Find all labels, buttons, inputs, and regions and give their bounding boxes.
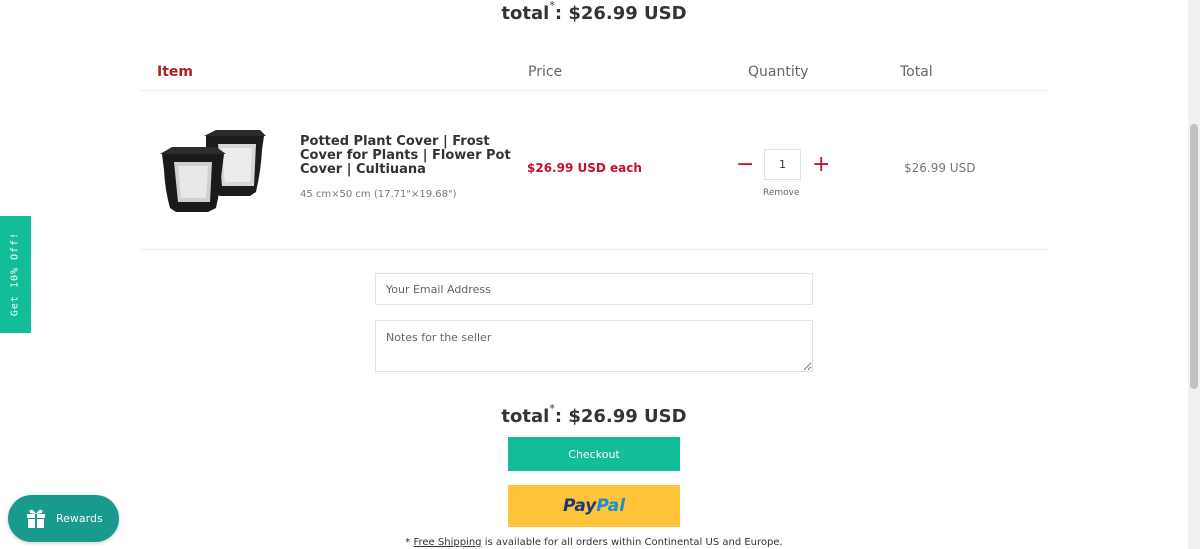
total-colon: : (554, 3, 563, 24)
total-value: $26.99 USD (568, 406, 687, 427)
quantity-increase-button[interactable]: + (812, 154, 830, 176)
shipping-note-suffix: is available for all orders within Conti… (481, 537, 783, 548)
total-value: $26.99 USD (568, 3, 687, 24)
total-prefix: total (501, 406, 550, 427)
header-total: Total (900, 64, 933, 80)
product-title[interactable]: Potted Plant Cover | Frost Cover for Pla… (300, 135, 520, 177)
rewards-label: Rewards (56, 512, 103, 525)
gift-icon (27, 509, 45, 528)
paypal-button[interactable]: PayPal (508, 485, 680, 527)
header-item: Item (157, 64, 193, 80)
line-total: $26.99 USD (904, 161, 976, 175)
total-asterisk: * (549, 0, 555, 12)
product-unit-price: $26.99 USD each (527, 161, 642, 175)
product-variant: 45 cm×50 cm (17.71"×19.68") (300, 189, 457, 200)
discount-side-tab-label: Get 10% Off! (9, 231, 21, 317)
cart-item-row: Potted Plant Cover | Frost Cover for Pla… (140, 92, 1048, 250)
email-field[interactable] (375, 273, 813, 305)
quantity-decrease-button[interactable]: − (736, 154, 754, 176)
cart-table-header: Item Price Quantity Total (140, 55, 1048, 91)
product-image[interactable] (160, 130, 270, 214)
remove-item-link[interactable]: Remove (763, 188, 800, 198)
seller-notes-field[interactable] (375, 320, 813, 372)
header-quantity: Quantity (748, 64, 809, 80)
quantity-input[interactable] (764, 149, 801, 180)
rewards-button[interactable]: Rewards (8, 495, 119, 542)
paypal-logo-pay: Pay (562, 496, 597, 516)
plant-cover-front (160, 147, 226, 212)
discount-side-tab[interactable]: Get 10% Off! (0, 216, 31, 333)
free-shipping-link[interactable]: Free Shipping (413, 537, 481, 548)
cart-total-bottom: total*: $26.99 USD (0, 402, 1188, 427)
scrollbar-thumb[interactable] (1190, 124, 1198, 389)
header-price: Price (528, 64, 563, 80)
page-scrollbar[interactable] (1188, 0, 1200, 549)
total-asterisk: * (549, 402, 555, 415)
checkout-button[interactable]: Checkout (508, 437, 680, 471)
total-colon: : (554, 406, 563, 427)
total-prefix: total (501, 3, 550, 24)
cart-total-top: total*: $26.99 USD (0, 0, 1188, 24)
paypal-logo-pal: Pal (596, 496, 626, 516)
shipping-note: * Free Shipping is available for all ord… (0, 537, 1188, 548)
